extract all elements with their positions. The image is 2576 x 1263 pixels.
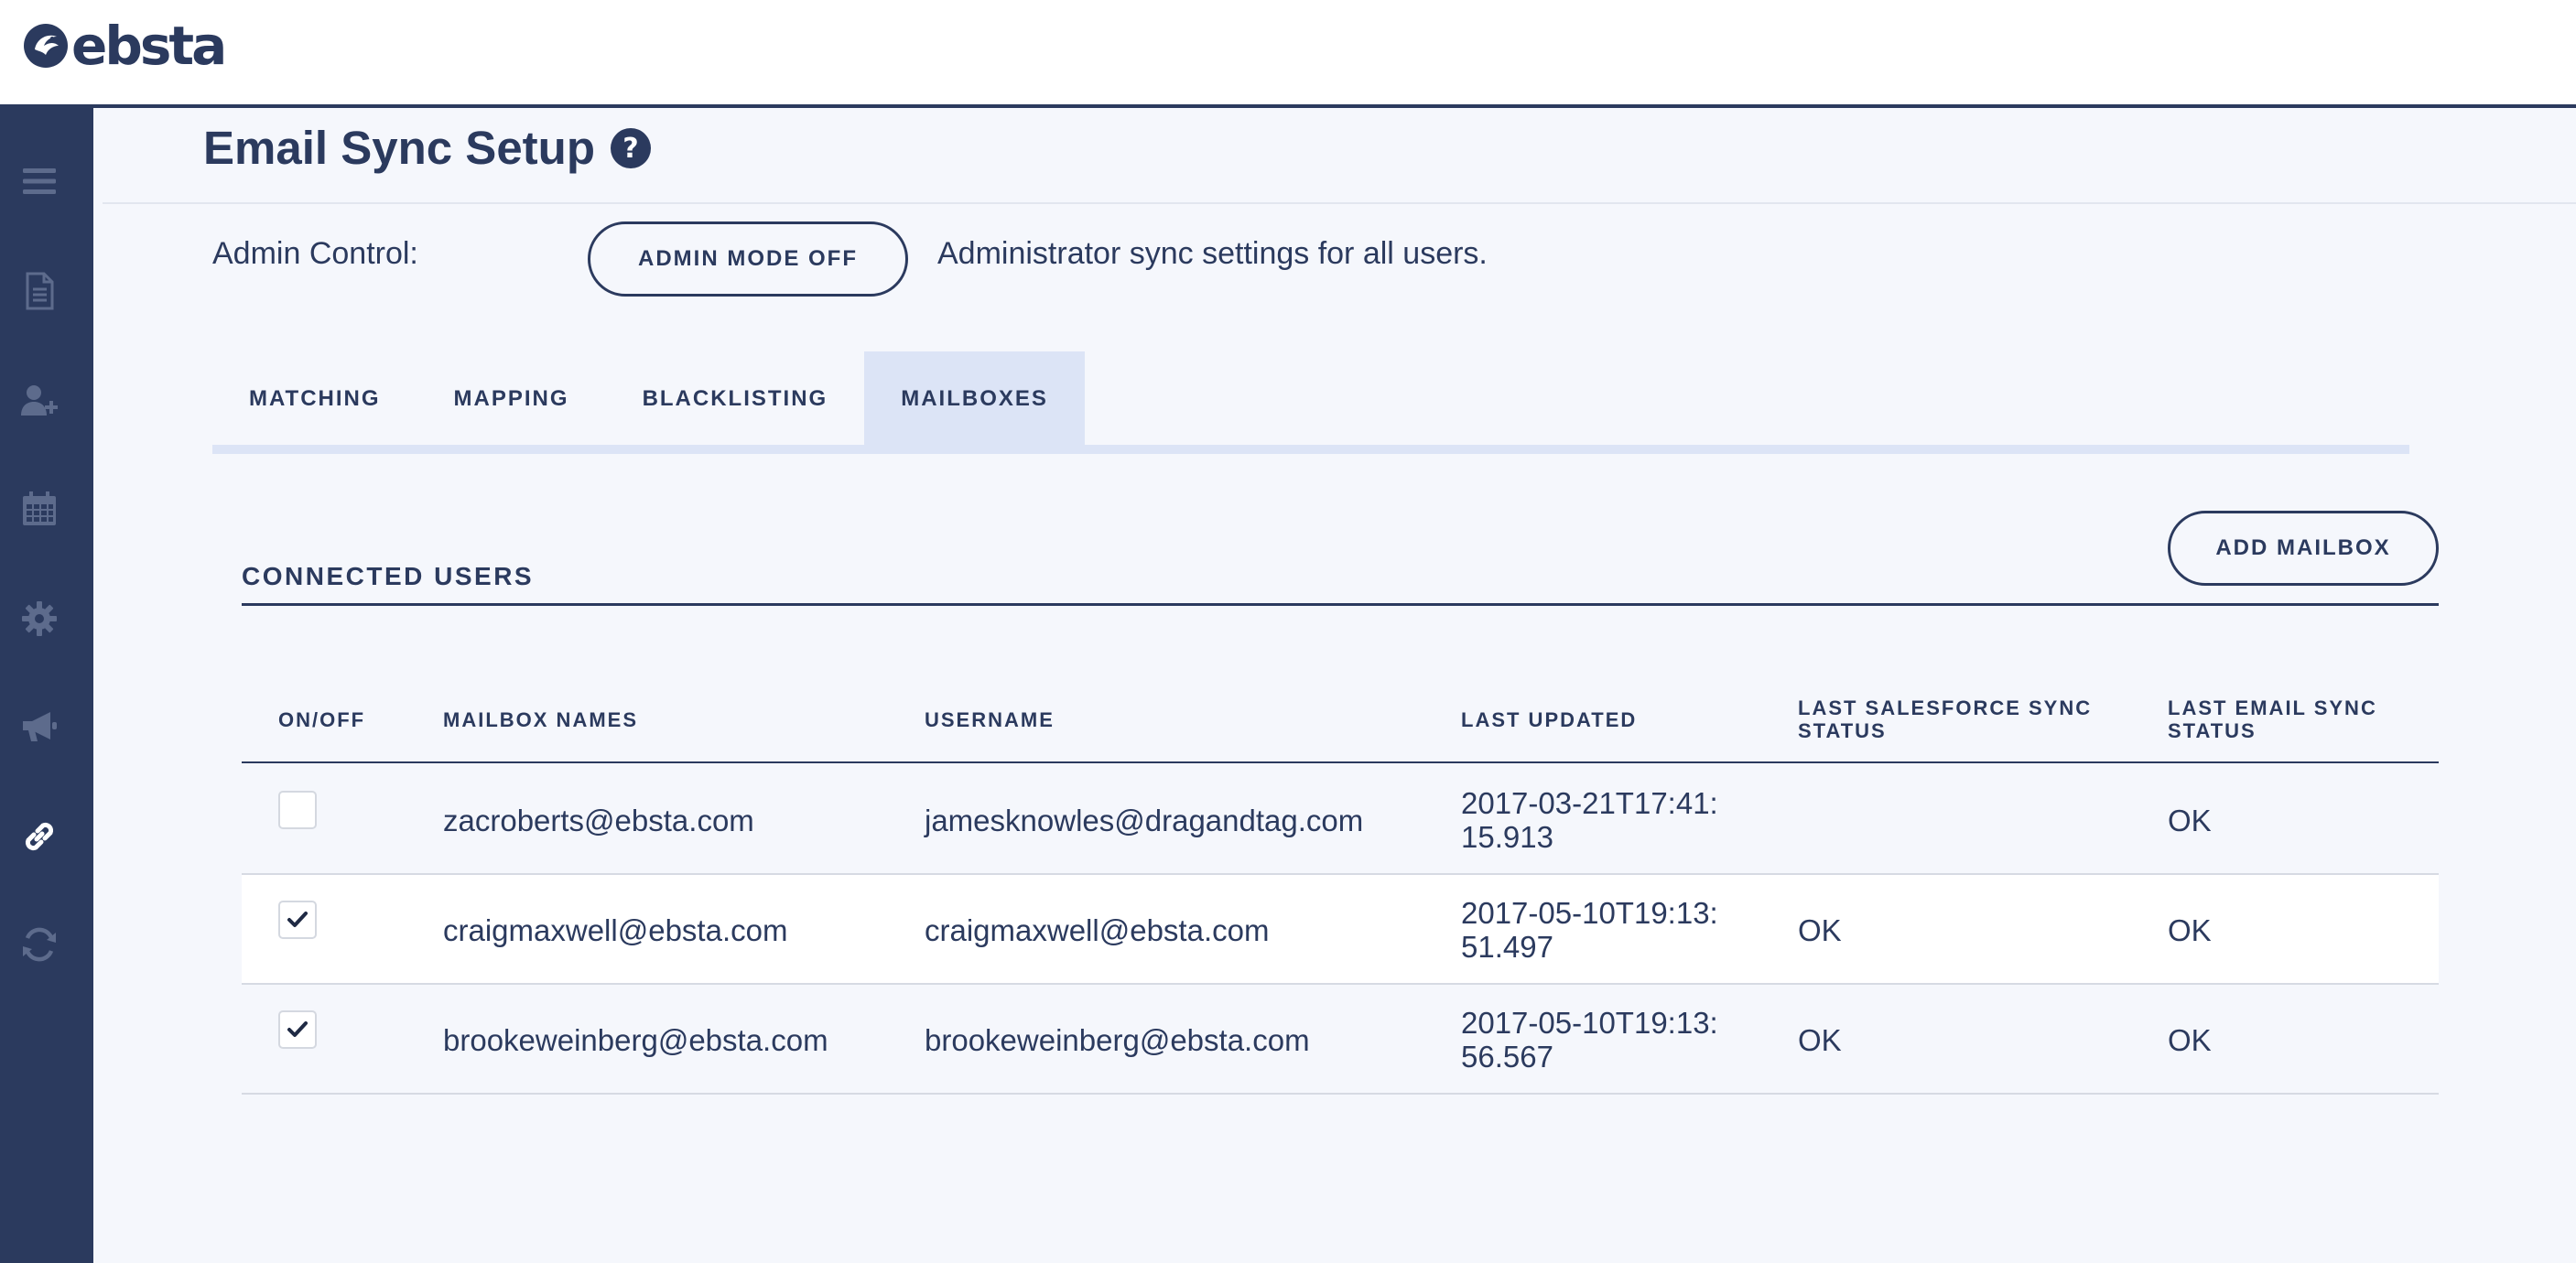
help-icon[interactable]: ? <box>610 127 652 169</box>
mailbox-name: zacroberts@ebsta.com <box>443 803 754 837</box>
tab-mapping[interactable]: MAPPING <box>417 351 606 447</box>
column-header-mailbox-names[interactable]: MAILBOX NAMES <box>443 675 638 763</box>
mailbox-name: brookeweinberg@ebsta.com <box>443 1022 828 1057</box>
logo-mark-icon <box>24 24 68 68</box>
last-updated: 2017-05-10T19:13:56.567 <box>1461 1006 1718 1074</box>
column-header-on-off[interactable]: ON/OFF <box>278 675 365 763</box>
tab-underline <box>212 445 2409 454</box>
main-content: Email Sync Setup ? Admin Control: ADMIN … <box>93 108 2576 1263</box>
sync-toggle-checkbox[interactable] <box>278 791 317 829</box>
calendar-icon[interactable] <box>17 487 61 531</box>
username: brookeweinberg@ebsta.com <box>925 1022 1310 1057</box>
column-header-email-status[interactable]: LAST EMAIL SYNC STATUS <box>2168 675 2415 763</box>
document-icon[interactable] <box>17 269 61 313</box>
username: craigmaxwell@ebsta.com <box>925 912 1270 947</box>
email-sync-status: OK <box>2168 1022 2212 1057</box>
checkmark-icon <box>287 912 308 927</box>
menu-icon[interactable] <box>17 159 61 203</box>
email-sync-status: OK <box>2168 912 2212 947</box>
mailbox-name: craigmaxwell@ebsta.com <box>443 912 788 947</box>
megaphone-icon[interactable] <box>17 705 61 749</box>
logo-text: ebsta <box>71 15 227 77</box>
page-title: Email Sync Setup ? <box>203 121 652 175</box>
column-header-username[interactable]: USERNAME <box>925 675 1055 763</box>
sidebar <box>0 108 93 1263</box>
email-sync-status: OK <box>2168 803 2212 837</box>
table-row: zacroberts@ebsta.com jamesknowles@dragan… <box>242 765 2439 875</box>
last-updated: 2017-03-21T17:41:15.913 <box>1461 786 1718 854</box>
add-mailbox-button[interactable]: ADD MAILBOX <box>2168 511 2439 586</box>
table-row: brookeweinberg@ebsta.com brookeweinberg@… <box>242 985 2439 1095</box>
svg-text:?: ? <box>622 133 638 165</box>
section-divider <box>242 603 2439 606</box>
ebsta-logo[interactable]: ebsta <box>22 15 227 77</box>
tab-bar: MATCHING MAPPING BLACKLISTING MAILBOXES <box>212 351 1085 447</box>
sync-icon[interactable] <box>17 923 61 966</box>
page-title-text: Email Sync Setup <box>203 122 595 174</box>
salesforce-sync-status: OK <box>1798 912 1842 947</box>
admin-control-label: Admin Control: <box>212 236 418 271</box>
link-icon[interactable] <box>17 815 61 858</box>
column-header-last-updated[interactable]: LAST UPDATED <box>1461 675 1637 763</box>
salesforce-sync-status: OK <box>1798 1022 1842 1057</box>
title-divider <box>103 202 2576 204</box>
tab-mailboxes[interactable]: MAILBOXES <box>864 351 1085 447</box>
sync-toggle-checkbox[interactable] <box>278 901 317 939</box>
gear-icon[interactable] <box>17 597 61 641</box>
sync-toggle-checkbox[interactable] <box>278 1010 317 1049</box>
tab-blacklisting[interactable]: BLACKLISTING <box>606 351 865 447</box>
username: jamesknowles@dragandtag.com <box>925 803 1364 837</box>
last-updated: 2017-05-10T19:13:51.497 <box>1461 896 1718 964</box>
table-header: ON/OFF MAILBOX NAMES USERNAME LAST UPDAT… <box>242 675 2439 763</box>
section-title: CONNECTED USERS <box>242 562 535 590</box>
top-header: ebsta <box>0 0 2576 108</box>
table-row: craigmaxwell@ebsta.com craigmaxwell@ebst… <box>242 875 2439 985</box>
admin-description: Administrator sync settings for all user… <box>937 236 1488 271</box>
checkmark-icon <box>287 1021 308 1037</box>
admin-mode-toggle-button[interactable]: ADMIN MODE OFF <box>588 221 908 297</box>
add-user-icon[interactable] <box>17 379 61 423</box>
tab-matching[interactable]: MATCHING <box>212 351 417 447</box>
column-header-salesforce-status[interactable]: LAST SALESFORCE SYNC STATUS <box>1798 675 2109 763</box>
